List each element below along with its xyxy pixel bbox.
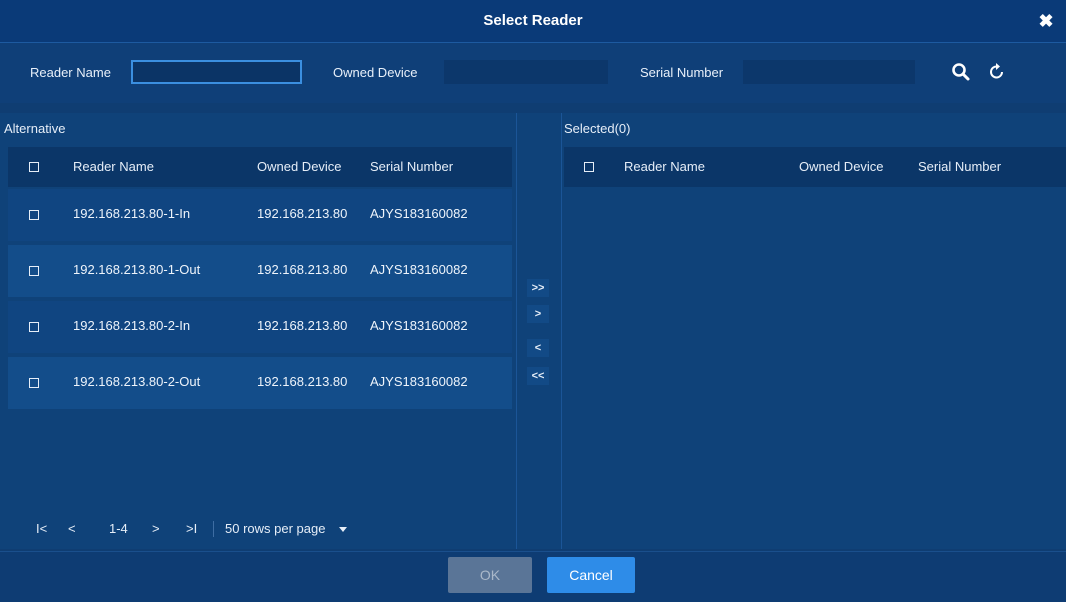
select-all-checkbox[interactable] [584,162,594,172]
cancel-button[interactable]: Cancel [547,557,635,593]
column-header-owned-device: Owned Device [799,159,884,174]
search-bar: Reader Name Owned Device Serial Number [0,43,1066,103]
row-checkbox[interactable] [29,266,39,276]
caret-down-icon [339,527,348,533]
remove-button[interactable]: < [527,339,549,357]
alternative-panel: Alternative Reader Name Owned Device Ser… [0,113,516,549]
cell-owned-device: 192.168.213.80 [257,262,348,277]
dialog-titlebar: Select Reader ✖ [0,0,1066,43]
row-checkbox[interactable] [29,378,39,388]
cell-reader-name: 192.168.213.80-2-In [73,318,191,333]
column-header-owned-device: Owned Device [257,159,342,174]
transfer-column [516,113,562,549]
reader-name-input[interactable] [131,60,302,84]
remove-all-button[interactable]: << [527,367,549,385]
column-header-serial-number: Serial Number [918,159,1002,174]
rows-per-page-select[interactable]: 50 rows per page [225,521,348,536]
close-icon[interactable]: ✖ [1036,11,1056,31]
owned-device-input[interactable] [444,60,608,84]
serial-number-input[interactable] [743,60,915,84]
row-checkbox[interactable] [29,210,39,220]
ok-button[interactable]: OK [448,557,532,593]
table-row[interactable]: 192.168.213.80-1-Out 192.168.213.80 AJYS… [8,245,512,297]
column-header-reader-name: Reader Name [624,159,705,174]
pager-divider [213,521,214,537]
table-row[interactable]: 192.168.213.80-2-In 192.168.213.80 AJYS1… [8,301,512,353]
table-row[interactable]: 192.168.213.80-2-Out 192.168.213.80 AJYS… [8,357,512,409]
search-icon[interactable] [950,61,972,83]
add-all-button[interactable]: >> [527,279,549,297]
cell-serial-number: AJYS183160082 [370,318,468,333]
reader-name-label: Reader Name [30,65,111,80]
cell-reader-name: 192.168.213.80-2-Out [73,374,201,389]
rows-per-page-label: 50 rows per page [225,521,326,536]
last-page-button[interactable]: >I [186,521,197,536]
column-header-serial-number: Serial Number [370,159,454,174]
serial-number-label: Serial Number [640,65,724,80]
selected-title: Selected(0) [564,121,631,136]
cell-reader-name: 192.168.213.80-1-Out [73,262,201,277]
next-page-button[interactable]: > [152,521,160,536]
prev-page-button[interactable]: < [68,521,76,536]
cell-serial-number: AJYS183160082 [370,262,468,277]
alternative-table-header: Reader Name Owned Device Serial Number [8,147,512,187]
pagination: I< < 1-4 > >I 50 rows per page [0,513,516,543]
dialog-title: Select Reader [483,12,583,29]
cell-serial-number: AJYS183160082 [370,206,468,221]
cell-owned-device: 192.168.213.80 [257,318,348,333]
selected-panel: Selected(0) Reader Name Owned Device Ser… [562,113,1066,549]
table-row[interactable]: 192.168.213.80-1-In 192.168.213.80 AJYS1… [8,189,512,241]
first-page-button[interactable]: I< [36,521,47,536]
cell-reader-name: 192.168.213.80-1-In [73,206,191,221]
cell-serial-number: AJYS183160082 [370,374,468,389]
cell-owned-device: 192.168.213.80 [257,374,348,389]
select-reader-dialog: Select Reader ✖ Reader Name Owned Device… [0,0,1066,602]
dialog-footer: OK Cancel [0,551,1066,602]
add-button[interactable]: > [527,305,549,323]
column-header-reader-name: Reader Name [73,159,154,174]
owned-device-label: Owned Device [333,65,418,80]
cell-owned-device: 192.168.213.80 [257,206,348,221]
alternative-title: Alternative [4,121,66,136]
select-all-checkbox[interactable] [29,162,39,172]
row-checkbox[interactable] [29,322,39,332]
selected-table-header: Reader Name Owned Device Serial Number [564,147,1066,187]
refresh-icon[interactable] [986,61,1008,83]
page-range: 1-4 [109,521,128,536]
